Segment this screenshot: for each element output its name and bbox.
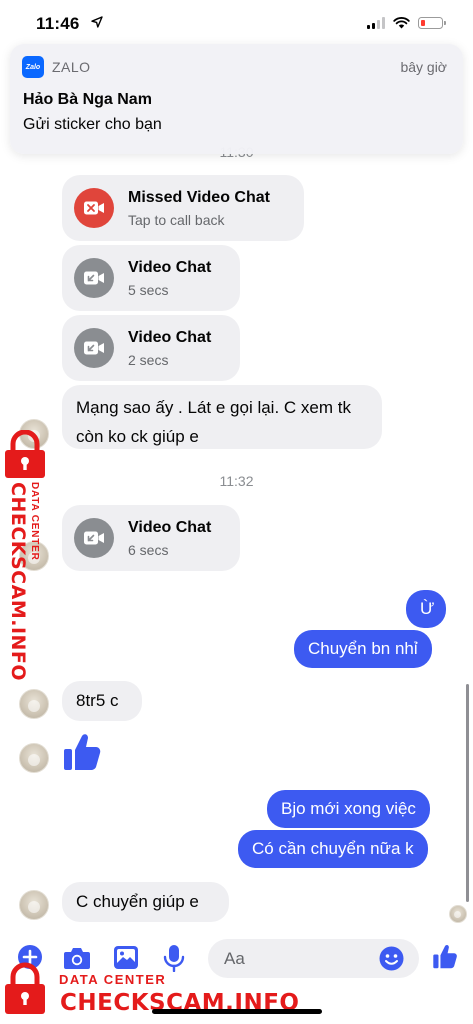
call-title: Video Chat xyxy=(128,258,212,276)
emoji-icon[interactable] xyxy=(379,946,404,971)
sent-message-bubble[interactable]: Ừ xyxy=(406,590,446,628)
scrollbar[interactable] xyxy=(466,684,469,902)
status-icons xyxy=(367,17,446,29)
message-text: C chuyển giúp e xyxy=(76,892,199,911)
read-receipt-avatar xyxy=(449,905,467,923)
contact-avatar[interactable] xyxy=(19,743,49,773)
status-time: 11:46 xyxy=(36,14,80,33)
call-title: Missed Video Chat xyxy=(128,188,270,206)
call-subtitle: Tap to call back xyxy=(128,211,225,228)
missed-video-call-icon xyxy=(74,188,114,228)
message-input-placeholder: Aa xyxy=(224,949,245,968)
zalo-logo-icon: Zalo xyxy=(22,56,44,78)
notification-app-name: ZALO xyxy=(52,59,91,75)
received-message-bubble[interactable]: Mạng sao ấy . Lát e gọi lại. C xem tk cò… xyxy=(62,385,382,449)
sent-message-bubble[interactable]: Chuyển bn nhỉ xyxy=(294,630,432,668)
notification-time: bây giờ xyxy=(400,59,447,75)
call-title: Video Chat xyxy=(128,518,212,536)
wifi-icon xyxy=(393,17,410,29)
sent-message-bubble[interactable]: Bjo mới xong việc xyxy=(267,790,430,828)
home-indicator[interactable] xyxy=(152,1009,322,1014)
call-subtitle: 2 secs xyxy=(128,351,169,368)
thumbs-up-icon[interactable] xyxy=(432,943,458,970)
status-bar: 11:46 xyxy=(0,0,473,44)
video-call-icon xyxy=(74,328,114,368)
notification-body: Gửi sticker cho bạn xyxy=(23,116,162,133)
sent-message-bubble[interactable]: Có cần chuyển nữa k xyxy=(238,830,428,868)
battery-low-icon xyxy=(418,17,446,29)
thumbs-up-icon[interactable] xyxy=(62,732,102,772)
call-subtitle: 6 secs xyxy=(128,541,169,558)
contact-avatar[interactable] xyxy=(19,890,49,920)
location-arrow-icon xyxy=(91,16,103,28)
watermark-vertical: CHECKSCAM.INFO DATA CENTER xyxy=(2,482,44,681)
watermark-lock-icon xyxy=(5,962,45,1014)
notification-banner[interactable]: Zalo ZALO bây giờ Hảo Bà Nga Nam Gửi sti… xyxy=(10,44,463,154)
video-call-icon xyxy=(74,518,114,558)
microphone-icon[interactable] xyxy=(163,944,185,972)
received-message-bubble[interactable]: 8tr5 c xyxy=(62,681,142,721)
watermark-caption: DATA CENTER xyxy=(29,482,40,561)
watermark-lock-icon xyxy=(5,430,45,478)
contact-avatar[interactable] xyxy=(19,689,49,719)
call-title: Video Chat xyxy=(128,328,212,346)
watermark-brand: CHECKSCAM.INFO xyxy=(7,482,29,682)
video-chat-bubble[interactable]: Video Chat 6 secs xyxy=(62,505,240,571)
message-text: Mạng sao ấy . Lát e gọi lại. C xem tk cò… xyxy=(76,398,351,446)
video-chat-bubble[interactable]: Video Chat 2 secs xyxy=(62,315,240,381)
received-message-bubble[interactable]: C chuyển giúp e xyxy=(62,882,229,922)
notification-title: Hảo Bà Nga Nam xyxy=(23,91,152,108)
image-icon[interactable] xyxy=(113,945,139,970)
message-text: 8tr5 c xyxy=(76,691,119,710)
call-subtitle: 5 secs xyxy=(128,281,169,298)
video-call-icon xyxy=(74,258,114,298)
cell-signal-icon xyxy=(367,17,385,29)
watermark-caption: DATA CENTER xyxy=(59,972,167,987)
camera-icon[interactable] xyxy=(63,946,91,970)
video-chat-bubble[interactable]: Video Chat 5 secs xyxy=(62,245,240,311)
timestamp-divider: 11:32 xyxy=(219,473,254,489)
missed-video-chat-bubble[interactable]: Missed Video Chat Tap to call back xyxy=(62,175,304,241)
